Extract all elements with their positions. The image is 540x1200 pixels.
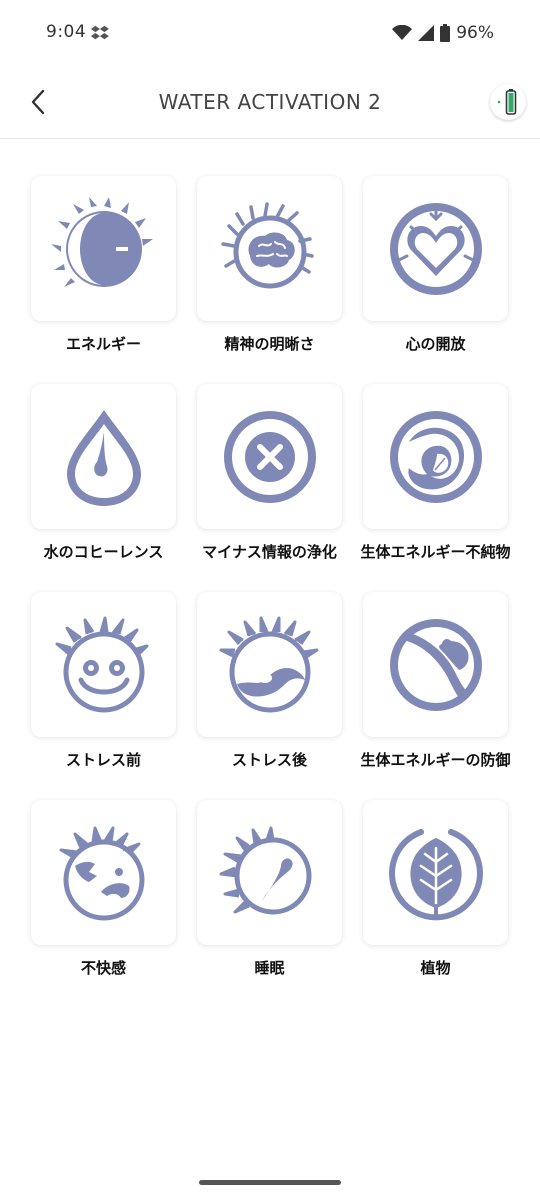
battery-icon (440, 24, 451, 42)
program-grid: + エネルギー 精神の明晰さ 心の開放 水のコヒーレンス マイナス情報の浄化 生… (31, 176, 511, 1008)
program-label: 精神の明晰さ (224, 335, 315, 353)
program-item-discomfort[interactable]: 不快感 (31, 800, 176, 1008)
face-happy-icon (55, 616, 148, 712)
program-tile[interactable] (31, 384, 176, 529)
battery-percent: 96% (456, 23, 494, 43)
program-tile[interactable] (197, 384, 342, 529)
program-item-negative-info-purification[interactable]: マイナス情報の浄化 (197, 384, 342, 592)
program-label: ストレス後 (231, 751, 307, 769)
home-indicator[interactable] (199, 1180, 341, 1185)
program-item-after-stress[interactable]: ストレス後 (197, 592, 342, 800)
program-item-mental-clarity[interactable]: 精神の明晰さ (197, 176, 342, 384)
signal-icon (418, 25, 435, 41)
device-status-button[interactable] (490, 84, 526, 120)
program-item-bioenergy-impurities[interactable]: 生体エネルギー不純物 (360, 384, 511, 592)
program-label: エネルギー (65, 335, 141, 353)
protection-icon (389, 618, 482, 711)
status-icons: 96% (392, 22, 494, 44)
program-tile[interactable] (197, 800, 342, 945)
program-tile[interactable] (363, 592, 508, 737)
device-battery-icon (497, 89, 517, 115)
page-title: WATER ACTIVATION 2 (158, 90, 382, 114)
plant-icon (388, 828, 483, 920)
wifi-icon (392, 25, 413, 40)
program-item-energy[interactable]: + エネルギー (31, 176, 176, 384)
program-item-bioenergy-protection[interactable]: 生体エネルギーの防御 (360, 592, 511, 800)
app-header: WATER ACTIVATION 2 (0, 66, 540, 139)
program-tile[interactable] (197, 592, 342, 737)
program-label: 睡眠 (254, 959, 285, 977)
water-drop-icon (66, 409, 141, 506)
program-item-before-stress[interactable]: ストレス前 (31, 592, 176, 800)
program-tile[interactable] (363, 176, 508, 321)
program-item-plants[interactable]: 植物 (363, 800, 508, 1008)
program-tile[interactable] (197, 176, 342, 321)
brain-icon (220, 201, 314, 288)
face-discomfort-icon (59, 826, 144, 920)
face-stressed-icon (219, 616, 318, 712)
status-time: 9:04 (46, 22, 87, 42)
bio-leaf-icon (389, 410, 482, 503)
program-tile[interactable]: + (31, 176, 176, 321)
program-tile[interactable] (31, 800, 176, 945)
program-label: 不快感 (80, 959, 126, 977)
program-tile[interactable] (363, 384, 508, 529)
energy-icon: + (50, 196, 153, 287)
program-item-sleep[interactable]: 睡眠 (197, 800, 342, 1008)
program-label: 心の開放 (405, 335, 466, 353)
program-tile[interactable] (363, 800, 508, 945)
program-item-heart-opening[interactable]: 心の開放 (363, 176, 508, 384)
program-label: 水のコヒーレンス (43, 543, 164, 561)
program-label: マイナス情報の浄化 (202, 543, 337, 561)
cross-icon (223, 410, 316, 503)
heart-icon (389, 202, 482, 295)
program-label: 植物 (420, 959, 451, 977)
sleep-icon (219, 826, 311, 914)
program-label: 生体エネルギーの防御 (360, 751, 511, 769)
program-tile[interactable] (31, 592, 176, 737)
program-item-water-coherence[interactable]: 水のコヒーレンス (31, 384, 176, 592)
svg-text:+: + (82, 234, 104, 264)
dropbox-icon (90, 25, 109, 40)
status-bar: 9:04 96% (0, 0, 540, 66)
program-label: 生体エネルギー不純物 (360, 543, 511, 561)
program-label: ストレス前 (65, 751, 141, 769)
